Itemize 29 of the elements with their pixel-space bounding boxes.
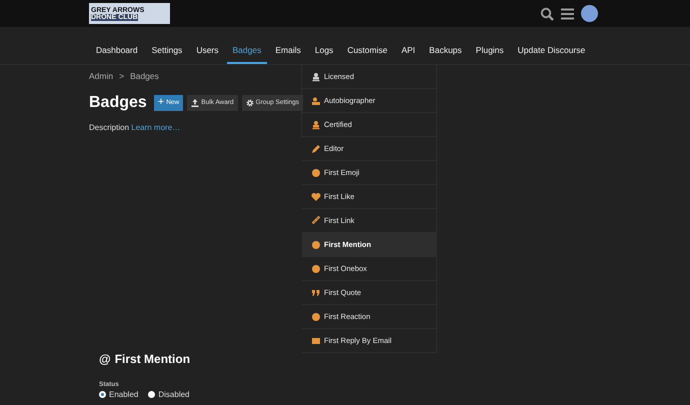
badge-title: First Mention: [114, 351, 190, 368]
nav-tab[interactable]: Logs: [308, 44, 340, 64]
radio-button[interactable]: [99, 391, 106, 398]
breadcrumb-link[interactable]: Badges: [130, 70, 159, 83]
gear-icon: [246, 98, 254, 107]
nav-tab[interactable]: Customise: [341, 44, 394, 64]
radio-button[interactable]: [148, 391, 156, 398]
radio-option[interactable]: Enabled: [99, 390, 138, 399]
radio-option[interactable]: Disabled: [148, 390, 190, 399]
description-label: Description: [89, 122, 130, 132]
breadcrumb-separator: >: [119, 70, 124, 83]
plus-sign: +: [158, 97, 164, 108]
breadcrumb-link[interactable]: Admin: [89, 70, 114, 83]
menu-icon[interactable]: [561, 8, 574, 20]
learn-more-link[interactable]: Learn more…: [131, 122, 180, 132]
nav-tab[interactable]: Backups: [423, 44, 468, 64]
upload-icon: [191, 98, 200, 107]
nav-tab[interactable]: Emails: [269, 44, 307, 64]
mention-sign: @: [99, 351, 111, 368]
search-icon[interactable]: [540, 6, 554, 20]
nav-tab[interactable]: Users: [190, 44, 225, 64]
avatar[interactable]: [581, 5, 598, 22]
page-title: Badges: [89, 92, 147, 113]
nav-tab[interactable]: API: [395, 44, 422, 64]
nav-tab[interactable]: Settings: [146, 44, 188, 64]
nav-tab[interactable]: Dashboard: [90, 44, 144, 64]
nav-tab[interactable]: Update Discourse: [512, 44, 592, 64]
nav-tab[interactable]: Plugins: [470, 44, 510, 64]
nav-tab[interactable]: Badges: [226, 44, 268, 64]
